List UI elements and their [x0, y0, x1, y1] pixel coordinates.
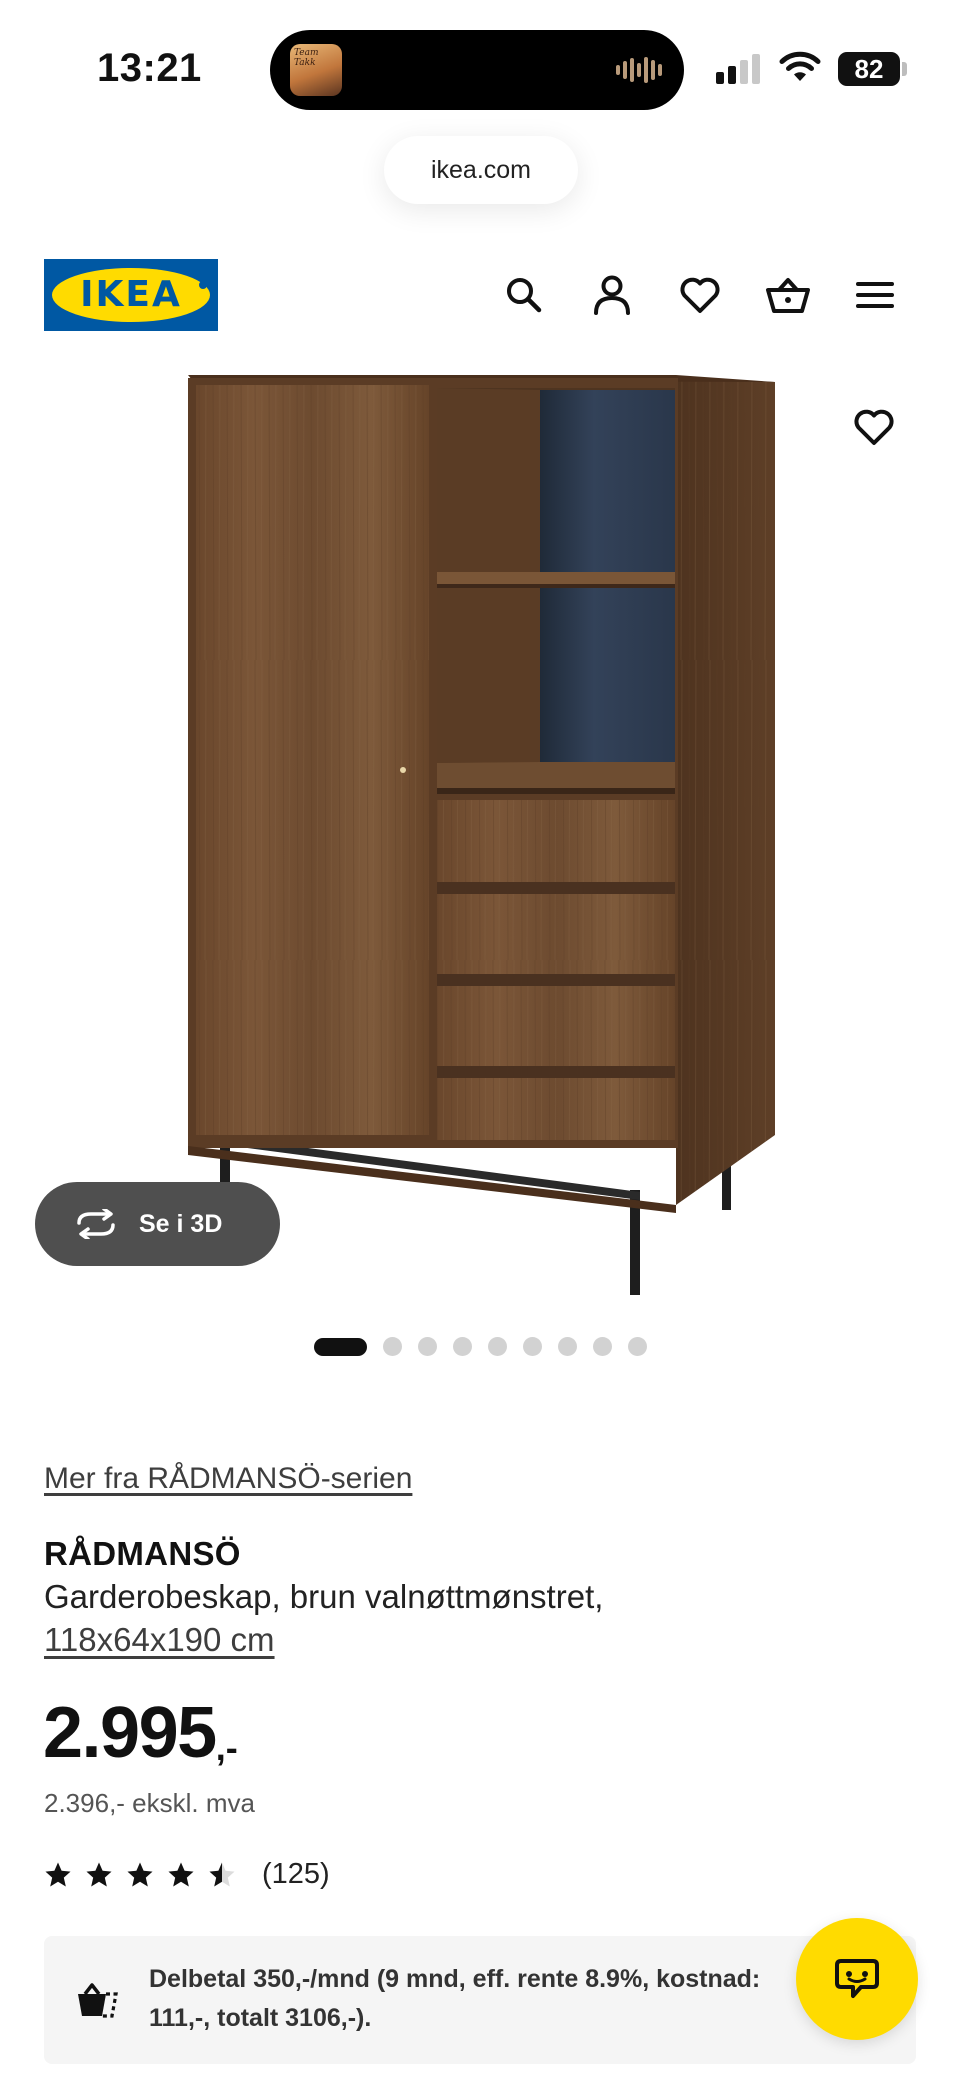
product-image[interactable] — [0, 360, 960, 1300]
pagination-dot[interactable] — [628, 1337, 647, 1356]
pagination-dot[interactable] — [593, 1337, 612, 1356]
pagination-dot[interactable] — [523, 1337, 542, 1356]
pagination-dot[interactable] — [383, 1337, 402, 1356]
wardrobe-illustration — [188, 375, 775, 1295]
wishlist-icon[interactable] — [673, 268, 727, 322]
now-playing-artwork: Team Takk — [290, 44, 342, 96]
battery-cap — [902, 62, 907, 76]
wifi-icon — [779, 51, 821, 81]
series-link[interactable]: Mer fra RÅDMANSÖ-serien — [44, 1462, 412, 1496]
price-suffix: ,- — [215, 1727, 238, 1768]
pagination-dot[interactable] — [558, 1337, 577, 1356]
view-in-3d-button[interactable]: Se i 3D — [35, 1182, 280, 1266]
ikea-logo[interactable]: IKEA — [44, 259, 218, 331]
pagination-dot[interactable] — [453, 1337, 472, 1356]
url-bar[interactable]: ikea.com — [384, 136, 578, 204]
star-icon — [168, 1862, 194, 1887]
product-name: RÅDMANSÖ — [44, 1535, 241, 1572]
star-icon — [127, 1862, 153, 1887]
pagination-dot[interactable] — [488, 1337, 507, 1356]
star-icon — [86, 1862, 112, 1887]
pagination-dot[interactable] — [418, 1337, 437, 1356]
star-icon — [45, 1862, 71, 1887]
battery-indicator: 82 — [838, 52, 900, 86]
financing-text: Delbetal 350,-/mnd (9 mnd, eff. rente 8.… — [149, 1965, 761, 2032]
audio-waveform-icon — [616, 56, 662, 84]
price-amount: 2.995 — [43, 1693, 217, 1773]
search-icon[interactable] — [497, 268, 551, 322]
chat-icon — [835, 1959, 879, 1998]
image-pagination[interactable] — [314, 1337, 647, 1356]
rating[interactable]: (125) — [44, 1858, 330, 1891]
rotate-3d-icon — [77, 1209, 115, 1239]
chat-button[interactable] — [796, 1918, 918, 2040]
add-to-wishlist-icon[interactable] — [847, 400, 901, 454]
product-description: Garderobeskap, brun valnøttmønstret, — [44, 1578, 604, 1615]
star-icon — [209, 1862, 235, 1887]
cart-icon[interactable] — [761, 268, 815, 322]
rating-count: (125) — [262, 1858, 330, 1890]
status-bar: 13:21 Team Takk 82 — [0, 0, 960, 120]
dynamic-island[interactable]: Team Takk — [270, 30, 684, 110]
price-excl-vat: 2.396,- ekskl. mva — [44, 1788, 255, 1818]
financing-banner[interactable]: Delbetal 350,-/mnd (9 mnd, eff. rente 8.… — [44, 1936, 916, 2064]
status-time: 13:21 — [97, 46, 202, 90]
rating-stars — [44, 1861, 236, 1888]
product-size-link[interactable]: 118x64x190 cm — [44, 1621, 275, 1659]
menu-icon[interactable] — [848, 268, 902, 322]
cellular-signal-icon — [716, 54, 760, 84]
installment-bag-icon — [78, 1983, 118, 2018]
view-in-3d-label: Se i 3D — [139, 1209, 223, 1238]
price: 2.995 ,- — [43, 1690, 238, 1776]
account-icon[interactable] — [585, 268, 639, 322]
pagination-dot[interactable] — [314, 1337, 367, 1356]
